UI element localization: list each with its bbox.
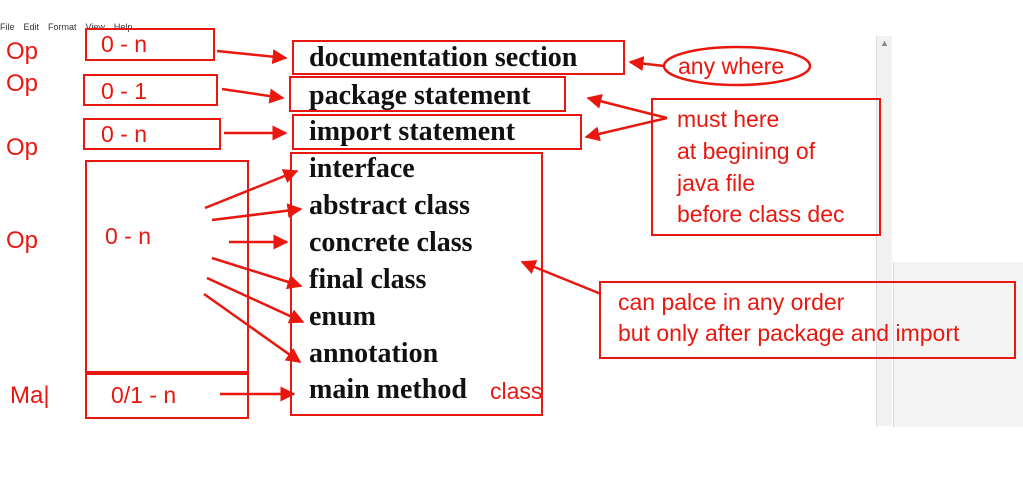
arrow-to-annotation [203,292,302,364]
arrow-count-to-documentation [216,49,288,65]
arrow-to-enum [206,276,305,324]
annotation-arrows [203,45,812,402]
arrow-to-interface [204,169,299,210]
any-where-ellipse [662,45,812,87]
arrow-must-to-package [586,94,668,120]
arrow-count-to-package [221,87,285,104]
arrow-to-final-class [211,256,303,290]
arrow-to-abstract-class [211,203,303,222]
arrow-anywhere-to-documentation [628,56,665,72]
arrow-must-to-import [584,116,668,142]
arrow-order-to-types [520,260,602,296]
